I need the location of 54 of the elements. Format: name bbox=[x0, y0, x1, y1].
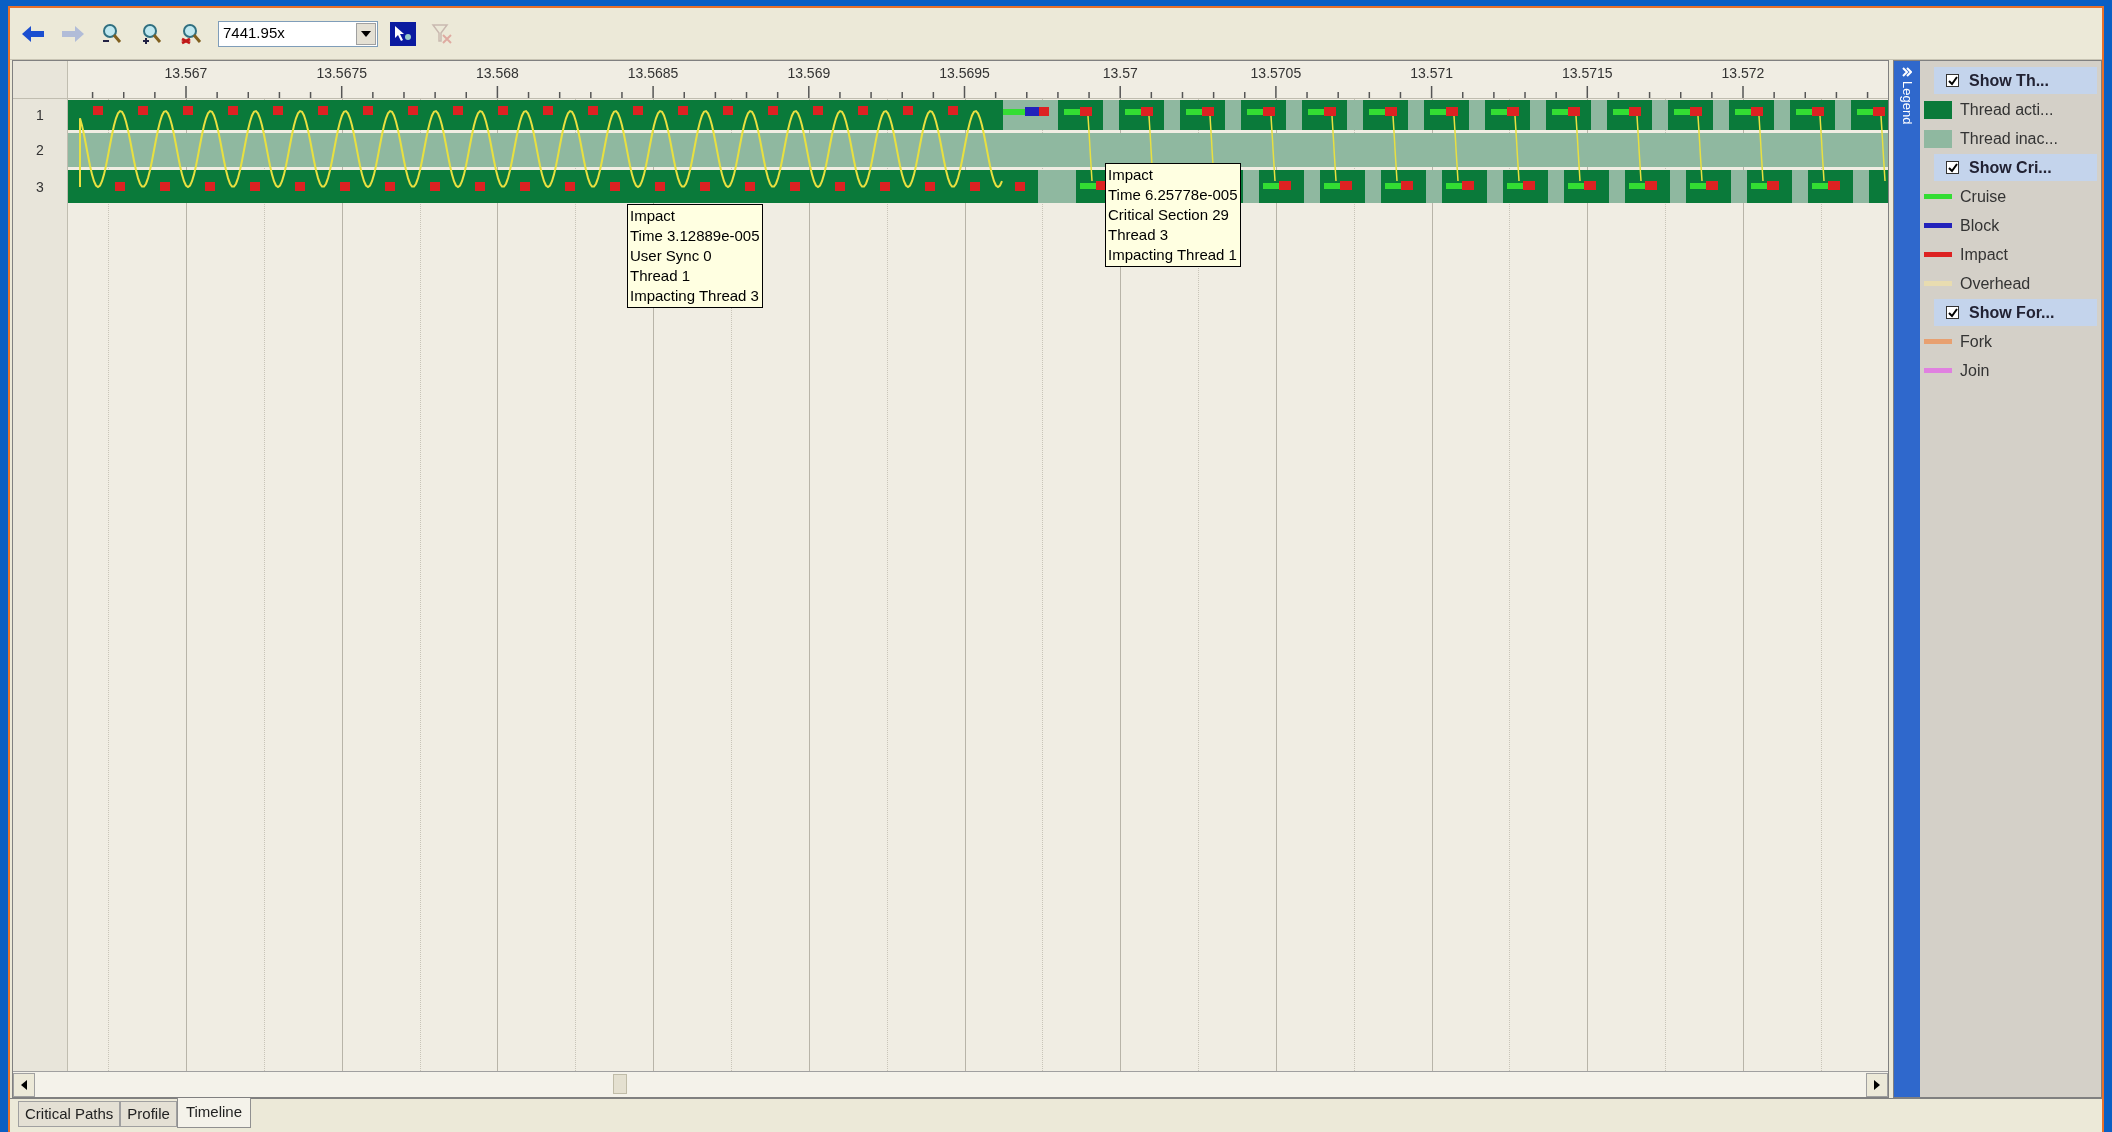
expand-icon[interactable] bbox=[1902, 67, 1912, 77]
right-arrow-icon bbox=[1873, 1079, 1881, 1090]
ruler-label: 13.5685 bbox=[627, 64, 679, 83]
legend-label: Cruise bbox=[1960, 186, 2007, 207]
ruler-label: 13.571 bbox=[1410, 64, 1453, 83]
ruler-label: 13.569 bbox=[787, 64, 831, 83]
left-arrow-icon bbox=[20, 1079, 28, 1090]
ruler-label: 13.572 bbox=[1721, 64, 1765, 83]
legend-label: Impact bbox=[1960, 244, 2008, 265]
tab[interactable]: Profile bbox=[120, 1101, 177, 1127]
tooltip-line: Time 6.25778e-005 bbox=[1108, 185, 1238, 205]
checkbox[interactable] bbox=[1946, 74, 1959, 87]
legend-label: Join bbox=[1960, 360, 1990, 381]
legend-label: Block bbox=[1960, 215, 2000, 236]
tooltip-line: Impacting Thread 3 bbox=[630, 286, 760, 306]
ruler-label: 13.5715 bbox=[1562, 64, 1613, 83]
dropdown-arrow-icon bbox=[361, 30, 371, 37]
legend-section-header[interactable]: Show Th... bbox=[1934, 67, 2097, 94]
ruler-label: 13.57 bbox=[1102, 64, 1138, 83]
legend-title: Legend bbox=[1898, 81, 1916, 125]
scroll-right-button[interactable] bbox=[1866, 1072, 1888, 1097]
zoom-combobox[interactable]: 7441.95x bbox=[218, 20, 378, 47]
legend-sidebar-tab[interactable]: Legend bbox=[1894, 61, 1920, 1097]
scroll-left-button[interactable] bbox=[13, 1072, 35, 1097]
scroll-thumb[interactable] bbox=[613, 1074, 627, 1094]
ruler-label: 13.5675 bbox=[316, 64, 367, 83]
thread-row-label: 3 bbox=[35, 177, 45, 197]
tooltip-line: Thread 3 bbox=[1108, 225, 1170, 245]
tooltip-line: Impact bbox=[1108, 165, 1154, 185]
ruler-label: 13.5695 bbox=[939, 64, 990, 83]
selection-icon bbox=[390, 21, 416, 46]
legend-label: Thread inac... bbox=[1960, 128, 2058, 149]
tab[interactable]: Timeline bbox=[176, 1098, 252, 1128]
tab[interactable]: Critical Paths bbox=[18, 1101, 121, 1127]
legend-label: Thread acti... bbox=[1960, 99, 2054, 120]
ruler-label: 13.568 bbox=[476, 64, 519, 83]
tooltip-line: Impact bbox=[630, 206, 676, 226]
legend-section-header[interactable]: Show Cri... bbox=[1934, 154, 2097, 181]
tooltip-line: Impacting Thread 1 bbox=[1108, 245, 1238, 265]
horizontal-scrollbar[interactable] bbox=[13, 1071, 1888, 1097]
ruler-label: 13.5705 bbox=[1250, 64, 1302, 83]
checkbox[interactable] bbox=[1946, 306, 1959, 319]
tooltip-line: Critical Section 29 bbox=[1108, 205, 1230, 225]
thread-row-label: 2 bbox=[35, 140, 45, 160]
tooltip-line: Thread 1 bbox=[630, 266, 692, 286]
ruler-label: 13.567 bbox=[164, 64, 208, 83]
dropdown-button[interactable] bbox=[356, 22, 376, 45]
tooltip-line: User Sync 0 bbox=[630, 246, 713, 266]
legend-label: Fork bbox=[1960, 331, 1992, 352]
legend-section-header[interactable]: Show For... bbox=[1934, 299, 2097, 326]
tooltip-line: Time 3.12889e-005 bbox=[630, 226, 760, 246]
thread-row-label: 1 bbox=[35, 105, 45, 125]
legend-label: Overhead bbox=[1960, 273, 2031, 294]
checkbox[interactable] bbox=[1946, 161, 1959, 174]
